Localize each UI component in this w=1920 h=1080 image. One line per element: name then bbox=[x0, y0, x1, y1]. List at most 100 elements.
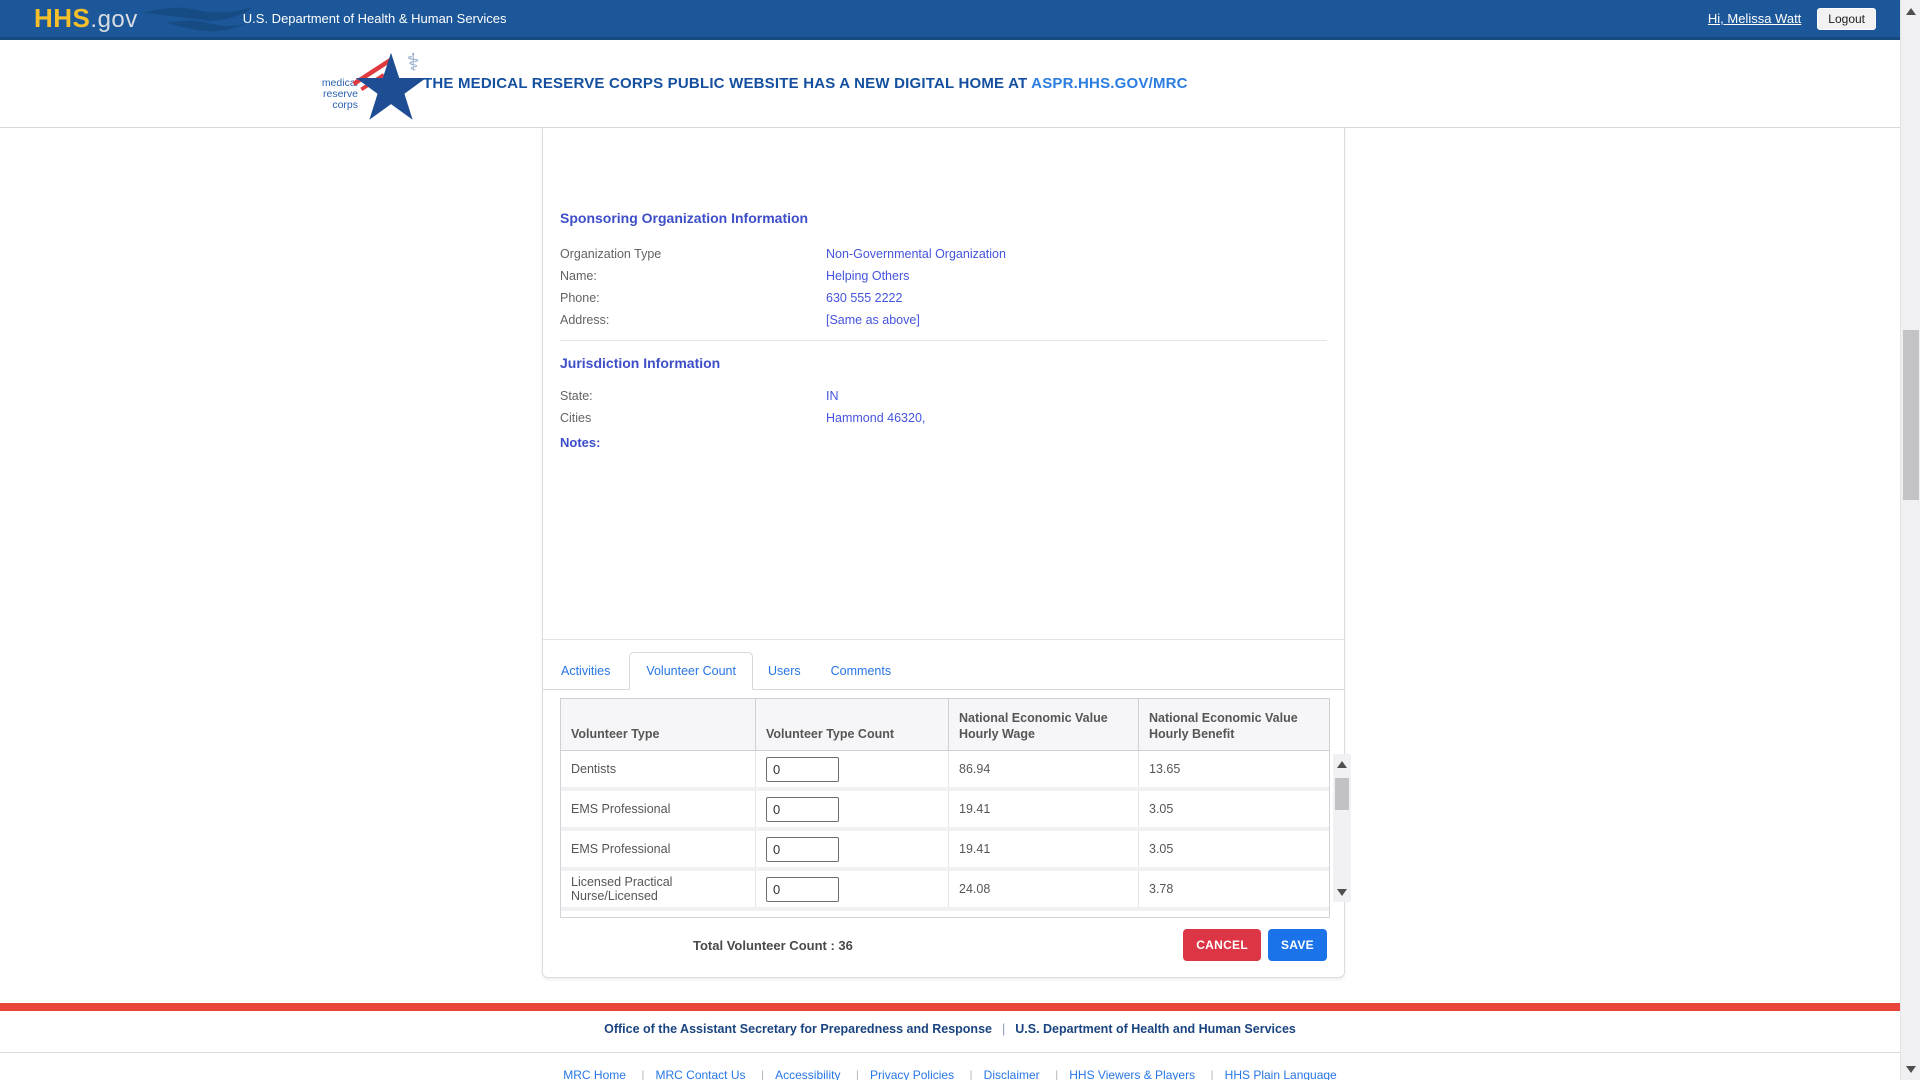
page: HHS.gov U.S. Department of Health & Huma… bbox=[0, 0, 1900, 1080]
column-header-volunteer-type: Volunteer Type bbox=[561, 699, 755, 750]
banner-link[interactable]: ASPR.HHS.GOV/MRC bbox=[1031, 75, 1188, 92]
column-header-type-count: Volunteer Type Count bbox=[755, 699, 948, 750]
count-input[interactable] bbox=[766, 877, 839, 902]
hhs-gov-logo[interactable]: HHS.gov bbox=[34, 3, 138, 34]
scroll-up-icon bbox=[1337, 761, 1347, 768]
footer-link[interactable]: MRC Contact Us bbox=[630, 1068, 745, 1080]
table-row: Dentists 86.94 13.65 bbox=[561, 751, 1329, 791]
footer-separator: | bbox=[992, 1022, 1015, 1036]
page-scroll-down-button[interactable] bbox=[1901, 1060, 1920, 1078]
field-value: IN bbox=[826, 389, 839, 403]
table-header-row: Volunteer Type Volunteer Type Count Nati… bbox=[560, 698, 1330, 751]
jurisdiction-fields: State: IN Cities Hammond 46320, bbox=[560, 385, 1327, 429]
footer-divider bbox=[0, 1052, 1900, 1053]
content-panel: Sponsoring Organization Information Orga… bbox=[542, 128, 1345, 978]
hourly-benefit-cell: 3.05 bbox=[1138, 791, 1329, 827]
field-value: 630 555 2222 bbox=[826, 291, 902, 305]
field-row: Address: [Same as above] bbox=[560, 309, 1327, 331]
count-input[interactable] bbox=[766, 837, 839, 862]
field-label: Cities bbox=[560, 411, 826, 425]
hourly-benefit-cell: 13.65 bbox=[1138, 751, 1329, 787]
tab[interactable]: Users bbox=[753, 653, 816, 689]
table-scrollbar[interactable] bbox=[1333, 754, 1351, 902]
hourly-wage-cell: 86.94 bbox=[948, 751, 1138, 787]
volunteer-count-cell bbox=[755, 871, 948, 907]
table-body: Dentists 86.94 13.65 EMS Professional bbox=[560, 751, 1330, 918]
banner-message: THE MEDICAL RESERVE CORPS PUBLIC WEBSITE… bbox=[423, 75, 1188, 92]
sponsoring-org-heading: Sponsoring Organization Information bbox=[560, 128, 1327, 228]
total-volunteer-count: Total Volunteer Count : 36 bbox=[693, 938, 853, 953]
field-value: Non-Governmental Organization bbox=[826, 247, 1006, 261]
hhs-logo-text: HHS bbox=[34, 3, 90, 33]
field-label: Address: bbox=[560, 313, 826, 327]
department-title: U.S. Department of Health & Human Servic… bbox=[243, 11, 507, 26]
footer-link[interactable]: Privacy Policies bbox=[845, 1068, 954, 1080]
svg-text:⚕: ⚕ bbox=[407, 49, 420, 77]
top-bar: HHS.gov U.S. Department of Health & Huma… bbox=[0, 0, 1900, 40]
footer-link[interactable]: Accessibility bbox=[750, 1068, 840, 1080]
column-header-hourly-benefit: National Economic Value Hourly Benefit bbox=[1138, 699, 1329, 750]
tab[interactable]: Volunteer Count bbox=[629, 652, 753, 690]
volunteer-count-cell bbox=[755, 751, 948, 787]
footer-org-line: Office of the Assistant Secretary for Pr… bbox=[0, 1022, 1900, 1036]
scroll-down-icon bbox=[1337, 889, 1347, 896]
mrc-logo: medical reserve corps ⚕ bbox=[308, 48, 438, 126]
volunteer-type-cell: Dentists bbox=[561, 751, 755, 787]
scroll-up-icon bbox=[1906, 8, 1916, 15]
footer-org-aspr: Office of the Assistant Secretary for Pr… bbox=[604, 1022, 992, 1036]
volunteer-type-cell: Licensed Practical Nurse/Licensed bbox=[561, 871, 755, 907]
field-value: Hammond 46320, bbox=[826, 411, 925, 425]
table-scroll-up-button[interactable] bbox=[1333, 756, 1351, 772]
tab-bar: Activities Volunteer Count Users Comment… bbox=[543, 652, 1344, 690]
count-input[interactable] bbox=[766, 797, 839, 822]
section-divider bbox=[560, 340, 1327, 341]
count-input[interactable] bbox=[766, 757, 839, 782]
volunteer-count-cell bbox=[755, 831, 948, 867]
footer-links: MRC Home MRC Contact Us Accessibility Pr… bbox=[0, 1066, 1900, 1080]
field-label: State: bbox=[560, 389, 826, 403]
field-value: Helping Others bbox=[826, 269, 909, 283]
footer-org-hhs: U.S. Department of Health and Human Serv… bbox=[1015, 1022, 1296, 1036]
user-greeting-link[interactable]: Hi, Melissa Watt bbox=[1708, 11, 1801, 26]
hourly-benefit-cell: 3.78 bbox=[1138, 871, 1329, 907]
footer-link[interactable]: HHS Plain Language bbox=[1200, 1068, 1337, 1080]
hourly-wage-cell: 24.08 bbox=[948, 871, 1138, 907]
sponsoring-org-fields: Organization Type Non-Governmental Organ… bbox=[560, 243, 1327, 331]
volunteer-type-cell: EMS Professional bbox=[561, 791, 755, 827]
column-header-hourly-wage: National Economic Value Hourly Wage bbox=[948, 699, 1138, 750]
field-label: Organization Type bbox=[560, 247, 826, 261]
field-row: Phone: 630 555 2222 bbox=[560, 287, 1327, 309]
volunteer-table: Volunteer Type Volunteer Type Count Nati… bbox=[560, 698, 1330, 918]
hourly-benefit-cell: 3.05 bbox=[1138, 831, 1329, 867]
table-scrollbar-thumb[interactable] bbox=[1335, 778, 1349, 810]
hourly-wage-cell: 19.41 bbox=[948, 791, 1138, 827]
field-row: Organization Type Non-Governmental Organ… bbox=[560, 243, 1327, 265]
save-button[interactable]: SAVE bbox=[1268, 929, 1327, 961]
tab-section: Activities Volunteer Count Users Comment… bbox=[543, 639, 1344, 690]
footer-link[interactable]: Disclaimer bbox=[959, 1068, 1040, 1080]
scroll-down-icon bbox=[1906, 1066, 1916, 1073]
field-label: Phone: bbox=[560, 291, 826, 305]
page-scrollbar[interactable] bbox=[1900, 0, 1920, 1080]
table-row: EMS Professional 19.41 3.05 bbox=[561, 831, 1329, 871]
field-row: Name: Helping Others bbox=[560, 265, 1327, 287]
mrc-banner: medical reserve corps ⚕ THE MEDICAL RESE… bbox=[0, 40, 1900, 128]
table-row: Licensed Practical Nurse/Licensed 24.08 … bbox=[561, 871, 1329, 911]
mrc-star-icon: ⚕ bbox=[350, 48, 432, 123]
logout-button[interactable]: Logout bbox=[1817, 8, 1876, 30]
gov-logo-text: .gov bbox=[90, 6, 137, 33]
footer-link[interactable]: HHS Viewers & Players bbox=[1044, 1068, 1195, 1080]
table-scroll-down-button[interactable] bbox=[1333, 884, 1351, 900]
table-row: EMS Professional 19.41 3.05 bbox=[561, 791, 1329, 831]
tab[interactable]: Activities bbox=[560, 653, 629, 689]
footer-link[interactable]: MRC Home bbox=[563, 1068, 626, 1080]
tab[interactable]: Comments bbox=[816, 653, 906, 689]
cancel-button[interactable]: CANCEL bbox=[1183, 929, 1261, 961]
page-scroll-up-button[interactable] bbox=[1901, 2, 1920, 20]
jurisdiction-heading: Jurisdiction Information bbox=[560, 355, 1327, 373]
field-value: [Same as above] bbox=[826, 313, 920, 327]
field-label: Name: bbox=[560, 269, 826, 283]
page-scrollbar-thumb[interactable] bbox=[1903, 330, 1919, 500]
field-row: Cities Hammond 46320, bbox=[560, 407, 1327, 429]
notes-heading: Notes: bbox=[560, 435, 1327, 450]
